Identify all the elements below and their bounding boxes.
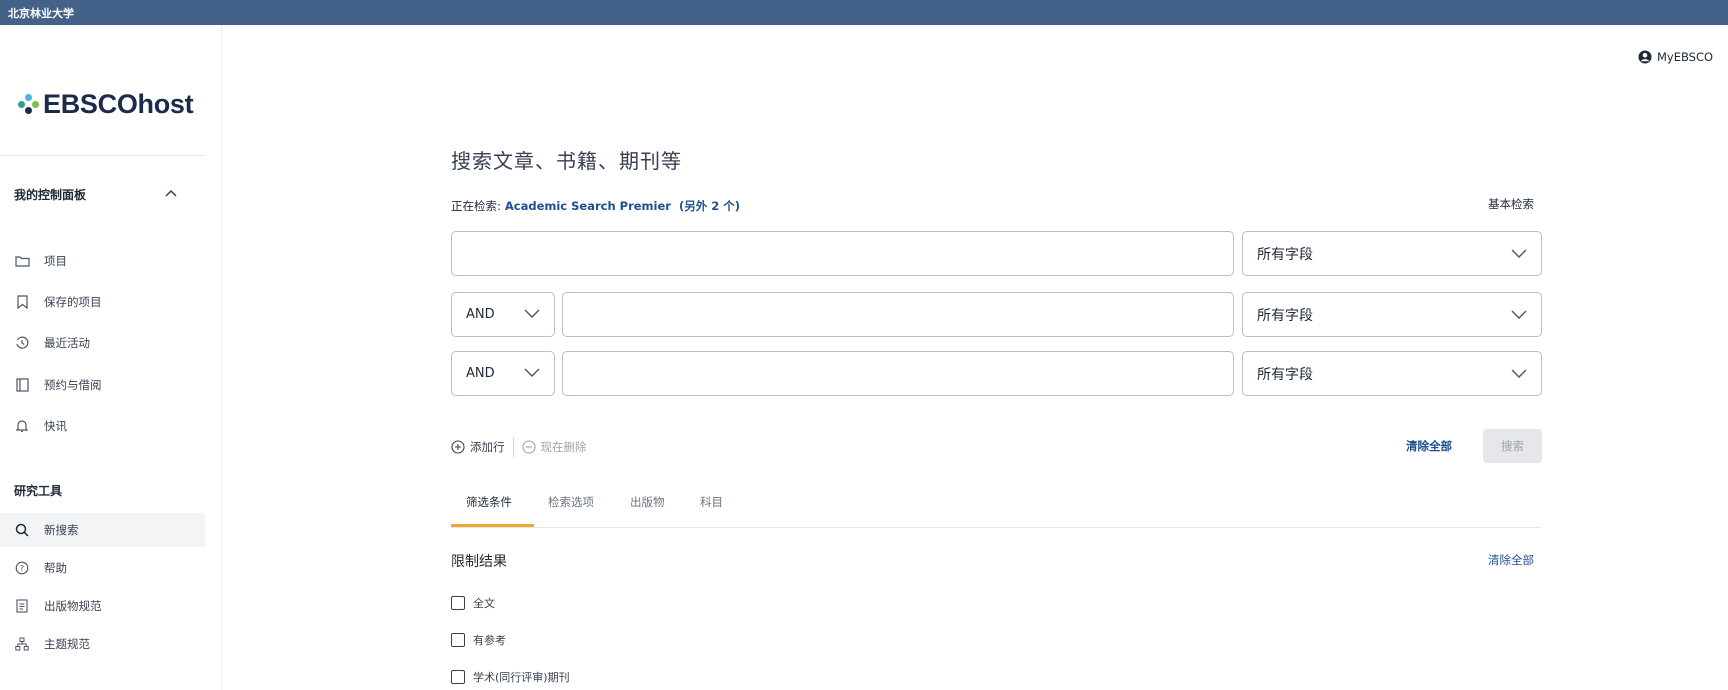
ebscohost-logo[interactable]: EBSCOhost bbox=[18, 88, 194, 119]
database-link[interactable]: Academic Search Premier bbox=[505, 199, 671, 213]
folder-icon bbox=[14, 253, 30, 269]
sidebar-item-projects[interactable]: 项目 bbox=[0, 244, 205, 278]
institution-name: 北京林业大学 bbox=[8, 7, 74, 20]
clear-all-button[interactable]: 清除全部 bbox=[1406, 438, 1452, 454]
search-icon bbox=[14, 522, 30, 538]
sidebar-item-label: 帮助 bbox=[44, 561, 67, 575]
limit-references-checkbox[interactable]: 有参考 bbox=[451, 632, 506, 648]
field-select-1[interactable]: 所有字段 bbox=[1242, 231, 1542, 276]
operator-value: AND bbox=[466, 366, 495, 381]
sidebar-item-new-search[interactable]: 新搜索 bbox=[0, 513, 205, 547]
field-select-3[interactable]: 所有字段 bbox=[1242, 351, 1542, 396]
dashboard-section-title: 我的控制面板 bbox=[14, 188, 87, 202]
bookmark-icon bbox=[14, 294, 30, 310]
hierarchy-icon bbox=[14, 636, 30, 652]
chevron-down-icon bbox=[1511, 366, 1527, 382]
checkbox-label: 全文 bbox=[473, 597, 495, 610]
sidebar-item-alerts[interactable]: 快讯 bbox=[0, 409, 205, 443]
collapse-caret-icon[interactable] bbox=[165, 186, 177, 200]
basic-search-link[interactable]: 基本检索 bbox=[1488, 196, 1534, 212]
checkbox[interactable] bbox=[451, 670, 465, 684]
chevron-down-icon bbox=[1511, 246, 1527, 262]
tab-filters[interactable]: 筛选条件 bbox=[466, 494, 512, 510]
searching-prefix: 正在检索: bbox=[451, 199, 501, 213]
svg-text:?: ? bbox=[20, 564, 24, 573]
field-select-2[interactable]: 所有字段 bbox=[1242, 292, 1542, 337]
limit-full-text-checkbox[interactable]: 全文 bbox=[451, 595, 495, 611]
tools-section-title: 研究工具 bbox=[14, 484, 63, 498]
field-select-value: 所有字段 bbox=[1257, 307, 1313, 324]
action-separator bbox=[512, 437, 514, 457]
page-title: 搜索文章、书籍、期刊等 bbox=[451, 149, 682, 173]
boolean-operator-select-3[interactable]: AND bbox=[451, 351, 555, 396]
chevron-down-icon bbox=[1511, 307, 1527, 323]
sidebar-item-subjects[interactable]: 主题规范 bbox=[0, 627, 205, 661]
search-button[interactable]: 搜索 bbox=[1483, 429, 1542, 463]
sidebar-item-label: 出版物规范 bbox=[44, 599, 102, 613]
more-databases-link[interactable]: (另外 2 个) bbox=[679, 199, 740, 213]
remove-row-button[interactable]: 现在删除 bbox=[521, 439, 587, 455]
tab-search-options[interactable]: 检索选项 bbox=[548, 494, 594, 510]
search-term-input-3[interactable] bbox=[562, 351, 1234, 396]
plus-circle-icon bbox=[451, 440, 465, 454]
search-term-input-2[interactable] bbox=[562, 292, 1234, 337]
help-icon: ? bbox=[14, 560, 30, 576]
myebsco-account-button[interactable]: MyEBSCO bbox=[1638, 50, 1713, 64]
sidebar-item-holds[interactable]: 预约与借阅 bbox=[0, 368, 205, 402]
checkbox[interactable] bbox=[451, 596, 465, 610]
checkbox-label: 学术(同行评审)期刊 bbox=[473, 671, 570, 684]
myebsco-label: MyEBSCO bbox=[1657, 50, 1714, 64]
history-icon bbox=[14, 335, 30, 351]
checkbox-label: 有参考 bbox=[473, 634, 506, 647]
limits-clear-all-link[interactable]: 清除全部 bbox=[1488, 552, 1534, 568]
sidebar-item-publications[interactable]: 出版物规范 bbox=[0, 589, 205, 623]
bell-icon bbox=[14, 418, 30, 434]
checkbox[interactable] bbox=[451, 633, 465, 647]
sidebar-item-label: 主题规范 bbox=[44, 637, 90, 651]
remove-row-label: 现在删除 bbox=[540, 440, 587, 454]
row-actions: 添加行 现在删除 bbox=[451, 437, 587, 457]
sidebar-divider bbox=[0, 155, 205, 156]
sidebar-item-help[interactable]: ? 帮助 bbox=[0, 551, 205, 585]
sidebar-item-label: 最近活动 bbox=[44, 336, 90, 350]
limit-peer-reviewed-checkbox[interactable]: 学术(同行评审)期刊 bbox=[451, 669, 570, 685]
search-options-tabs: 筛选条件 检索选项 出版物 科目 bbox=[451, 480, 1542, 528]
sidebar-item-label: 新搜索 bbox=[44, 523, 79, 537]
operator-value: AND bbox=[466, 307, 495, 322]
limit-results-title: 限制结果 bbox=[451, 554, 507, 570]
field-select-value: 所有字段 bbox=[1257, 246, 1313, 263]
sidebar-item-label: 预约与借阅 bbox=[44, 378, 102, 392]
tab-subjects[interactable]: 科目 bbox=[700, 494, 723, 510]
tab-publications[interactable]: 出版物 bbox=[630, 494, 665, 510]
sidebar-item-label: 项目 bbox=[44, 254, 67, 268]
chevron-down-icon bbox=[524, 307, 540, 322]
boolean-operator-select-2[interactable]: AND bbox=[451, 292, 555, 337]
sidebar-item-recent[interactable]: 最近活动 bbox=[0, 326, 205, 360]
book-icon bbox=[14, 377, 30, 393]
document-icon bbox=[14, 598, 30, 614]
sidebar-item-label: 快讯 bbox=[44, 419, 67, 433]
top-bar: 北京林业大学 bbox=[0, 0, 1728, 25]
field-select-value: 所有字段 bbox=[1257, 366, 1313, 383]
ebsco-logo-icon bbox=[18, 93, 40, 115]
logo-text: EBSCOhost bbox=[43, 88, 194, 119]
search-term-input-1[interactable] bbox=[451, 231, 1234, 276]
add-row-label: 添加行 bbox=[470, 440, 505, 454]
searching-databases: 正在检索: Academic Search Premier (另外 2 个) bbox=[451, 198, 740, 214]
minus-circle-icon bbox=[521, 440, 536, 454]
sidebar-item-label: 保存的项目 bbox=[44, 295, 102, 309]
user-icon bbox=[1638, 50, 1652, 64]
active-tab-indicator bbox=[451, 524, 534, 527]
sidebar-item-saved[interactable]: 保存的项目 bbox=[0, 285, 205, 319]
chevron-down-icon bbox=[524, 366, 540, 381]
add-row-button[interactable]: 添加行 bbox=[451, 439, 505, 455]
